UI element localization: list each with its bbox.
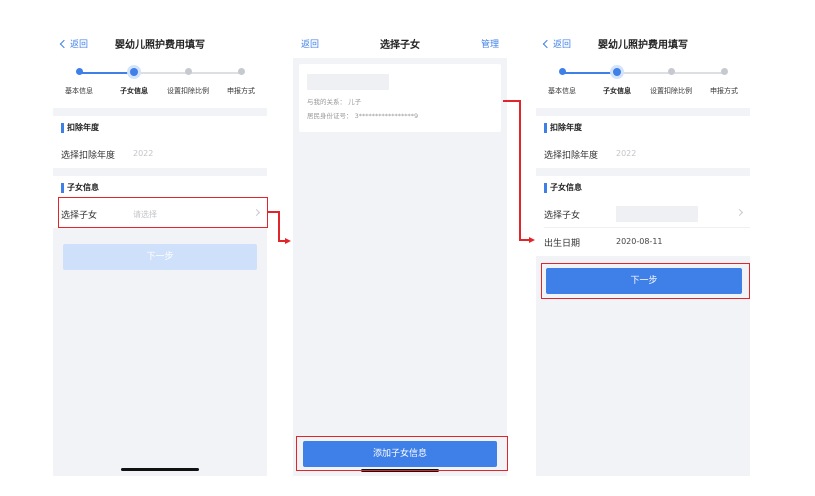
step-label-3: 设置扣除比例 <box>167 87 209 95</box>
section-title: 扣除年度 <box>67 123 99 132</box>
step-dot-3 <box>667 68 675 75</box>
step-dot-3 <box>184 68 192 75</box>
section-deduction-year: 扣除年度 <box>536 116 750 140</box>
step-dot-4 <box>237 68 245 75</box>
step-line-done <box>562 72 617 74</box>
deduction-year-row[interactable]: 选择扣除年度 2022 <box>536 140 750 168</box>
screen-fill-form: 返回 婴幼儿照护费用填写 基本信息 子女信息 设置扣除比例 申报方式 扣除年度 … <box>53 28 267 476</box>
child-card[interactable]: 与我的关系： 儿子 居民身份证号： 3*****************9 <box>299 64 501 132</box>
birth-date-value: 2020-08-11 <box>616 237 663 246</box>
nav-bar: 返回 婴幼儿照护费用填写 <box>53 28 267 58</box>
deduction-year-value: 2022 <box>133 149 154 158</box>
step-dot-1 <box>75 68 83 75</box>
step-dot-2 <box>130 67 138 76</box>
step-dot-2 <box>613 67 621 76</box>
deduction-year-row[interactable]: 选择扣除年度 2022 <box>53 140 267 168</box>
child-relation: 与我的关系： 儿子 <box>307 98 362 106</box>
home-indicator <box>121 468 199 471</box>
connector-line <box>519 100 521 240</box>
connector-line <box>503 100 520 102</box>
highlight-next-button <box>541 263 750 299</box>
step-label-4: 申报方式 <box>710 87 738 95</box>
next-button[interactable]: 下一步 <box>63 244 257 270</box>
step-label-4: 申报方式 <box>227 87 255 95</box>
progress-stepper: 基本信息 子女信息 设置扣除比例 申报方式 <box>53 58 267 108</box>
child-name-redacted <box>616 206 698 222</box>
section-title: 子女信息 <box>67 183 99 192</box>
step-line-done <box>79 72 134 74</box>
highlight-add-child <box>296 436 508 471</box>
child-name-redacted <box>307 74 389 90</box>
screen-select-child: 返回 选择子女 管理 与我的关系： 儿子 居民身份证号： 3**********… <box>293 28 507 476</box>
deduction-year-label: 选择扣除年度 <box>61 151 116 161</box>
page-title: 选择子女 <box>380 40 420 51</box>
nav-bar: 返回 选择子女 管理 <box>293 28 507 58</box>
page-title: 婴幼儿照护费用填写 <box>598 40 688 51</box>
page-title: 婴幼儿照护费用填写 <box>115 40 205 51</box>
section-child-info: 子女信息 <box>536 176 750 200</box>
step-label-3: 设置扣除比例 <box>650 87 692 95</box>
birth-date-row: 出生日期 2020-08-11 <box>536 228 750 256</box>
manage-button[interactable]: 管理 <box>481 37 499 50</box>
step-label-1: 基本信息 <box>548 87 576 95</box>
section-marker <box>61 183 64 193</box>
section-marker <box>544 183 547 193</box>
nav-bar: 返回 婴幼儿照护费用填写 <box>536 28 750 58</box>
step-label-2: 子女信息 <box>120 87 148 95</box>
birth-date-label: 出生日期 <box>544 239 581 249</box>
deduction-year-value: 2022 <box>616 149 637 158</box>
section-title: 子女信息 <box>550 183 582 192</box>
step-dot-1 <box>558 68 566 75</box>
section-marker <box>544 123 547 133</box>
child-id-number: 居民身份证号： 3*****************9 <box>307 112 419 120</box>
highlight-select-child <box>58 197 268 228</box>
step-label-2: 子女信息 <box>603 87 631 95</box>
deduction-year-label: 选择扣除年度 <box>544 151 599 161</box>
section-title: 扣除年度 <box>550 123 582 132</box>
section-marker <box>61 123 64 133</box>
select-child-label: 选择子女 <box>544 211 581 221</box>
select-child-row[interactable]: 选择子女 <box>536 200 750 228</box>
section-deduction-year: 扣除年度 <box>53 116 267 140</box>
step-label-1: 基本信息 <box>65 87 93 95</box>
arrow-right-icon <box>285 237 291 244</box>
progress-stepper: 基本信息 子女信息 设置扣除比例 申报方式 <box>536 58 750 108</box>
step-dot-4 <box>720 68 728 75</box>
screen-fill-form-selected: 返回 婴幼儿照护费用填写 基本信息 子女信息 设置扣除比例 申报方式 扣除年度 … <box>536 28 750 476</box>
chevron-right-icon <box>735 208 744 217</box>
connector-line <box>278 211 280 241</box>
arrow-right-icon <box>529 236 535 243</box>
